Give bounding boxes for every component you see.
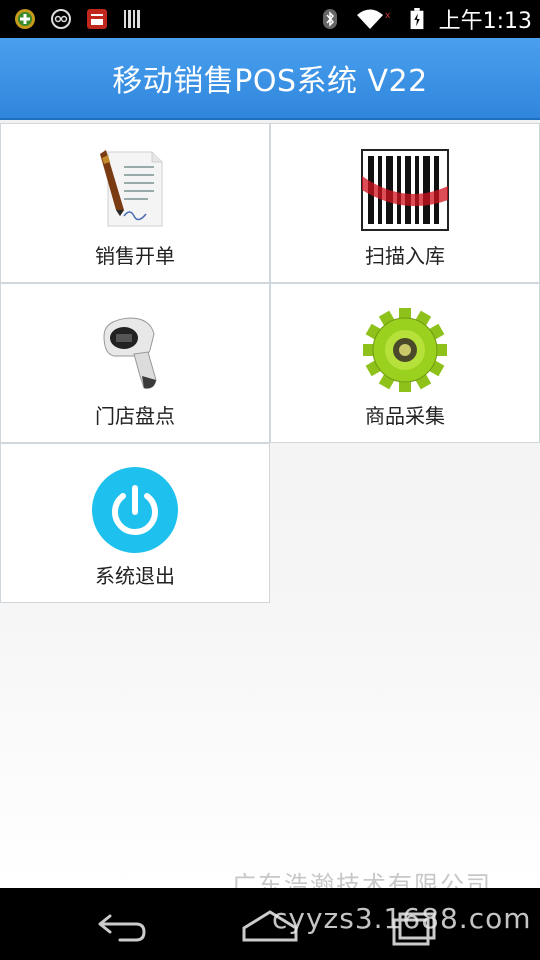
status-bar: x 上午1:13 [0,0,540,38]
bluetooth-icon [322,9,337,29]
menu-item-label: 系统退出 [95,564,175,588]
gear-icon [363,308,447,392]
power-icon [92,467,178,553]
menu-item-scan-inbound[interactable]: 扫描入库 [270,123,540,283]
page-title: 移动销售POS系统 V22 [112,64,428,99]
menu-item-product-collection[interactable]: 商品采集 [270,283,540,443]
app-plus-icon [15,9,35,29]
menu-item-label: 商品采集 [365,404,445,428]
glasses-icon [51,9,71,29]
app-header: 移动销售POS系统 V22 [0,38,540,120]
back-icon[interactable] [90,906,150,946]
menu-item-label: 销售开单 [95,244,175,268]
battery-icon [410,8,424,30]
watermark-site: cyyzs3.1688.com [272,902,532,935]
barcode-scanner-icon [103,317,157,389]
menu-item-sales-order[interactable]: 销售开单 [0,123,270,283]
wifi-icon: x [356,9,391,29]
menu-item-label: 扫描入库 [365,244,445,268]
status-bar-system: x 上午1:13 [319,3,532,35]
sales-order-icon [100,150,163,227]
menu-item-label: 门店盘点 [95,404,175,428]
menu-item-store-inventory[interactable]: 门店盘点 [0,283,270,443]
status-bar-notifications [14,8,144,30]
barcode-app-icon [124,10,140,28]
menu-grid: 销售开单 扫描入库 门店盘点 商品采集 系统退出 [0,120,540,888]
status-time: 上午1:13 [438,9,532,34]
barcode-scan-icon [361,149,449,231]
svg-text:x: x [385,11,391,21]
red-app-icon [87,9,107,29]
menu-item-system-exit[interactable]: 系统退出 [0,443,270,603]
